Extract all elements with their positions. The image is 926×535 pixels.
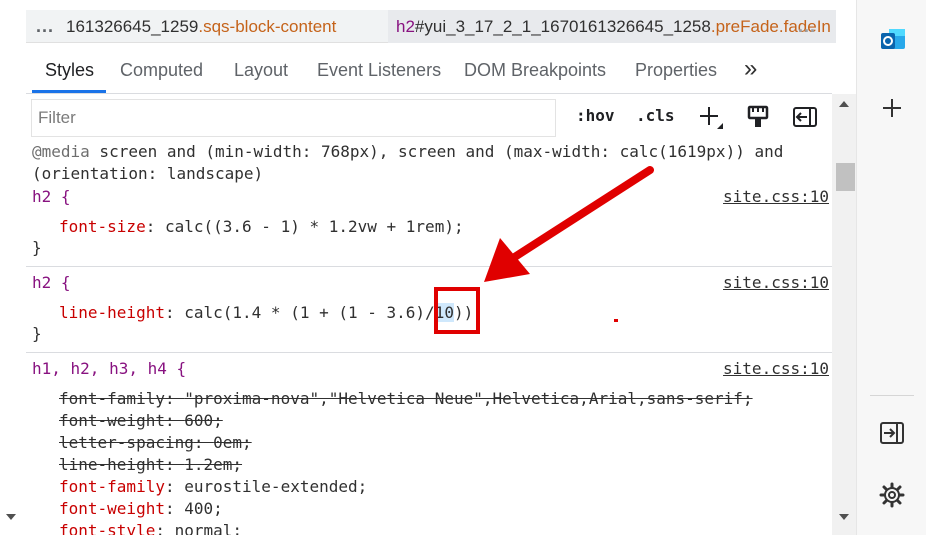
cls-toggle-button[interactable]: .cls xyxy=(636,106,675,125)
rule-divider xyxy=(26,352,832,353)
scrollbar-thumb[interactable] xyxy=(836,163,855,191)
tab-properties[interactable]: Properties xyxy=(635,60,717,81)
tabs-overflow-chevron-icon[interactable]: » xyxy=(744,55,757,83)
tab-layout[interactable]: Layout xyxy=(234,60,288,81)
declaration[interactable]: font-size: calc((3.6 - 1) * 1.2vw + 1rem… xyxy=(59,217,464,236)
breadcrumb-item-block[interactable]: 161326645_1259.sqs-block-content xyxy=(66,17,336,37)
hov-toggle-button[interactable]: :hov xyxy=(576,106,615,125)
devtools-tabs: Styles Computed Layout Event Listeners D… xyxy=(26,44,832,94)
breadcrumb-more-right[interactable]: ... xyxy=(798,16,816,37)
declaration-overridden[interactable]: font-weight: 600; xyxy=(59,411,223,430)
add-icon[interactable] xyxy=(881,97,903,119)
breadcrumb-bar: ... 161326645_1259.sqs-block-content h2#… xyxy=(26,10,836,43)
declaration[interactable]: font-weight: 400; xyxy=(59,499,223,518)
browser-sidebar xyxy=(856,0,926,535)
declaration-editing[interactable]: line-height: calc(1.4 * (1 + (1 - 3.6)/1… xyxy=(59,303,483,322)
annotation-dot xyxy=(614,319,618,322)
vertical-scrollbar[interactable] xyxy=(832,94,856,535)
declaration-overridden[interactable]: line-height: 1.2em; xyxy=(59,455,242,474)
styles-pane: @media screen and (min-width: 768px), sc… xyxy=(26,142,832,535)
scroll-up-arrow-icon[interactable] xyxy=(839,101,849,107)
breadcrumb-more-left[interactable]: ... xyxy=(36,16,54,37)
scroll-down-arrow-icon[interactable] xyxy=(839,514,849,520)
source-link[interactable]: site.css:10 xyxy=(723,273,829,292)
filter-input[interactable] xyxy=(31,99,556,137)
active-tab-indicator xyxy=(32,90,106,93)
rule-close-brace: } xyxy=(32,324,42,343)
new-style-rule-plus-icon[interactable] xyxy=(697,104,723,130)
declaration-overridden[interactable]: letter-spacing: 0em; xyxy=(59,433,252,452)
exit-sidebar-icon[interactable] xyxy=(879,421,905,445)
rule-selector[interactable]: h2 { xyxy=(32,187,71,206)
toggle-sidebar-icon[interactable] xyxy=(792,104,818,130)
tab-event-listeners[interactable]: Event Listeners xyxy=(317,60,441,81)
declaration-overridden[interactable]: font-family: "proxima-nova","Helvetica N… xyxy=(59,389,753,408)
tab-styles[interactable]: Styles xyxy=(45,60,94,81)
tab-dom-breakpoints[interactable]: DOM Breakpoints xyxy=(464,60,606,81)
annotation-highlight-box xyxy=(434,287,480,334)
pane-scroll-down-left-icon[interactable] xyxy=(6,514,16,520)
rule-selector[interactable]: h2 { xyxy=(32,273,71,292)
source-link[interactable]: site.css:10 xyxy=(723,359,829,378)
rule-divider xyxy=(26,266,832,267)
rule-selector[interactable]: h1, h2, h3, h4 { xyxy=(32,359,186,378)
declaration[interactable]: font-style: normal; xyxy=(59,521,242,535)
element-state-paint-icon[interactable] xyxy=(745,104,771,130)
breadcrumb-item-h2[interactable]: h2#yui_3_17_2_1_1670161326645_1258.preFa… xyxy=(388,10,836,43)
sidebar-divider xyxy=(870,395,914,396)
rule-close-brace: } xyxy=(32,238,42,257)
outlook-icon[interactable] xyxy=(880,27,906,53)
annotation-arrow-icon xyxy=(484,166,654,282)
tab-computed[interactable]: Computed xyxy=(120,60,203,81)
media-query-line: @media screen and (min-width: 768px), sc… xyxy=(32,142,784,161)
declaration[interactable]: font-family: eurostile-extended; xyxy=(59,477,367,496)
source-link[interactable]: site.css:10 xyxy=(723,187,829,206)
media-query-line-2: (orientation: landscape) xyxy=(32,164,264,183)
settings-gear-icon[interactable] xyxy=(879,482,905,508)
